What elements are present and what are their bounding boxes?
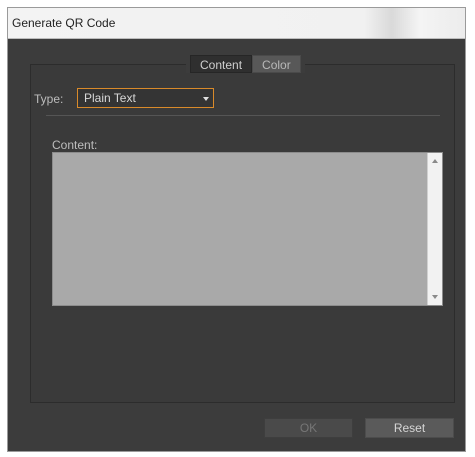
scroll-down-arrow-icon[interactable]: [432, 295, 438, 299]
qr-code-dialog: Generate QR Code Content Color Type: Pla…: [7, 7, 466, 452]
scroll-up-arrow-icon[interactable]: [432, 159, 438, 163]
tab-content[interactable]: Content: [190, 55, 253, 73]
type-dropdown[interactable]: Plain Text: [77, 88, 214, 108]
type-label: Type:: [34, 92, 64, 106]
title-bar[interactable]: Generate QR Code: [8, 8, 465, 39]
tab-bar: Content Color: [186, 55, 305, 73]
textarea-scrollbar[interactable]: [427, 153, 442, 305]
tab-color[interactable]: Color: [252, 55, 301, 73]
ok-button[interactable]: OK: [264, 418, 353, 438]
content-textarea[interactable]: [52, 152, 443, 306]
content-label: Content:: [52, 138, 98, 152]
chevron-down-icon: [203, 97, 209, 101]
type-dropdown-value: Plain Text: [84, 91, 136, 105]
reset-button[interactable]: Reset: [365, 418, 454, 438]
dialog-title: Generate QR Code: [12, 16, 116, 30]
divider: [46, 115, 440, 116]
